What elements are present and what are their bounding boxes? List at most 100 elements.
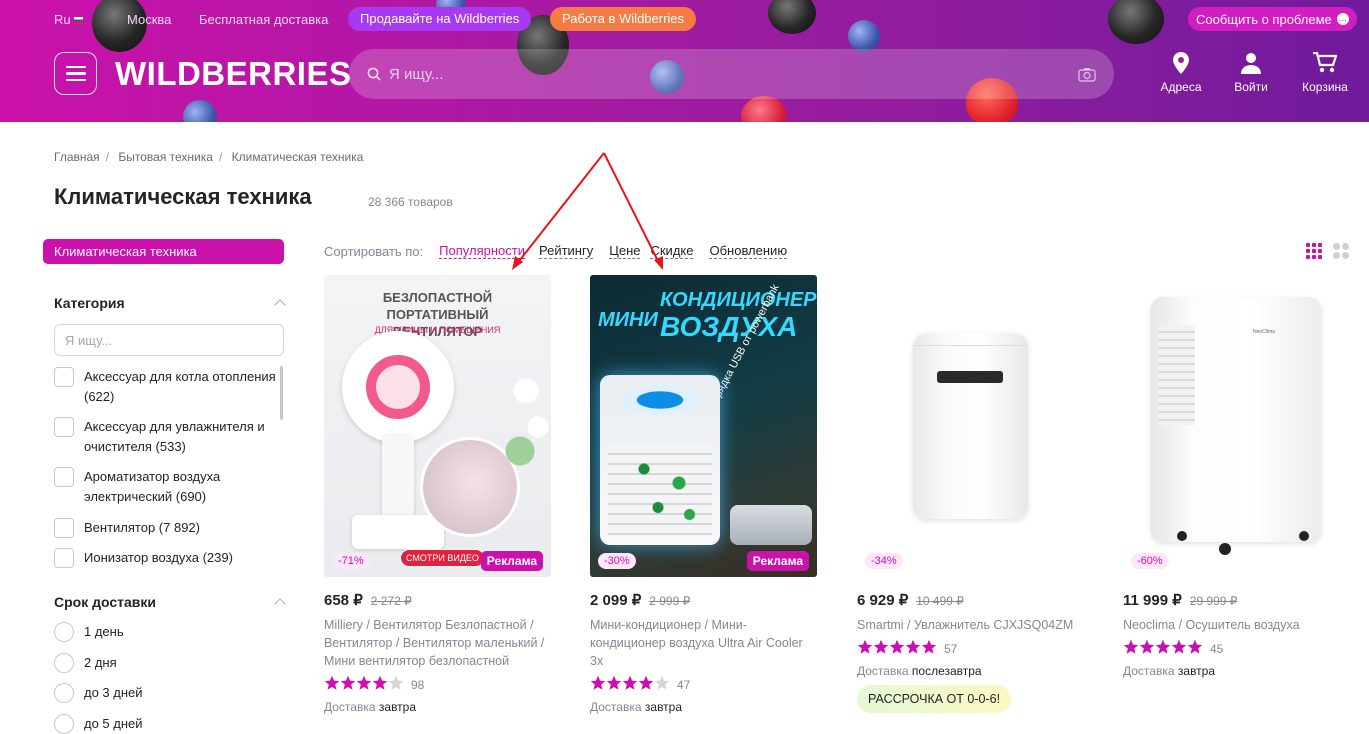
review-count: 45 [1210,641,1224,656]
work-at-wildberries-button[interactable]: Работа в Wildberries [550,7,697,31]
old-price: 2 272 ₽ [370,594,412,608]
star-icon [905,639,921,654]
price-row: 658 ₽ 2 272 ₽ [324,591,551,609]
delivery-info: Доставка завтра [1123,664,1350,678]
delivery-option-label: до 3 дней [84,685,143,700]
review-count: 98 [411,677,425,692]
product-card[interactable]: NeoClima -60% 11 999 ₽ 29 999 ₽ Neoclima… [1123,275,1350,678]
sort-option-discount[interactable]: Скидке [650,243,694,259]
site-logo[interactable]: WILDBERRIES [115,55,352,93]
chat-icon: … [1336,13,1349,25]
delivery-label: Доставка [1123,664,1175,678]
category-filter-heading[interactable]: Категория [54,295,125,311]
rating: 57 [857,639,1084,658]
category-checkbox[interactable] [54,467,74,487]
current-price: 2 099 ₽ [590,592,642,609]
free-delivery-link[interactable]: Бесплатная доставка [199,12,328,27]
product-card[interactable]: -34% 6 929 ₽ 10 499 ₽ Smartmi / Увлажнит… [857,275,1084,713]
product-count: 28 366 товаров [368,195,453,209]
product-image[interactable]: -34% [857,275,1084,577]
sell-on-wildberries-button[interactable]: Продавайте на Wildberries [348,7,532,31]
city-selector[interactable]: Москва [127,12,171,27]
star-icon [921,639,937,654]
watch-video-badge[interactable]: СМОТРИ ВИДЕО [400,549,485,567]
star-icon [622,675,638,690]
rating-stars [857,639,937,658]
sort-label: Сортировать по: [324,243,424,259]
flowers-decoration [502,355,551,475]
login-button[interactable]: Войти [1221,52,1281,94]
product-image[interactable]: МИНИ КОНДИЦИОНЕР ВОЗДУХА Зарядка USB от … [590,275,817,577]
current-price: 658 ₽ [324,592,363,609]
price-row: 11 999 ₽ 29 999 ₽ [1123,591,1350,609]
product-name[interactable]: Мини-кондиционер / Мини-кондиционер возд… [590,616,817,670]
blackberry-decoration [768,0,816,34]
humidifier-illustration [913,333,1028,519]
delivery-info: Доставка послезавтра [857,664,1084,678]
humidifier-lid-line [913,345,1028,346]
report-problem-button[interactable]: Сообщить о проблеме … [1188,7,1357,31]
burger-line [65,78,86,82]
delivery-info: Доставка завтра [324,700,551,714]
sort-option-updated[interactable]: Обновлению [709,243,788,259]
sort-option-popularity[interactable]: Популярности [439,243,525,259]
breadcrumb-item[interactable]: Бытовая техника [118,150,213,164]
installment-badge[interactable]: РАССРОЧКА ОТ 0-0-6! [857,685,1012,713]
addresses-button[interactable]: Адреса [1151,52,1211,94]
rating-stars [1123,639,1203,658]
delivery-filter-heading[interactable]: Срок доставки [54,594,156,610]
star-icon [590,675,606,690]
category-option-label: Ионизатор воздуха (239) [84,550,233,565]
sort-option-rating[interactable]: Рейтингу [538,243,594,259]
product-image[interactable]: NeoClima -60% [1123,275,1350,577]
delivery-radio[interactable] [54,714,74,734]
fan-base [352,515,444,549]
ad-badge: Реклама [746,551,809,571]
delivery-radio[interactable] [54,683,74,703]
delivery-info: Доставка завтра [590,700,817,714]
category-checkbox[interactable] [54,417,74,437]
breadcrumb-item[interactable]: Климатическая техника [232,150,364,164]
category-search-input[interactable] [54,324,284,356]
grid-view-large-icon[interactable] [1333,243,1349,259]
chevron-up-icon[interactable] [274,598,286,610]
star-icon [1139,639,1155,654]
delivery-radio[interactable] [54,622,74,642]
menu-button[interactable] [54,52,97,95]
search-input[interactable] [389,65,1078,83]
star-icon [1187,639,1203,654]
sidebar-active-category[interactable]: Климатическая техника [43,239,284,264]
product-image[interactable]: БЕЗЛОПАСТНОЙ ПОРТАТИВНЫЙ ВЕНТИЛЯТОР ДЛЯ … [324,275,551,577]
category-scrollbar[interactable] [280,366,283,420]
category-checkbox[interactable] [54,548,74,568]
category-checkbox[interactable] [54,367,74,387]
sort-option-price[interactable]: Цене [609,243,641,259]
powerbank-illustration [730,505,812,545]
leaves-decoration [630,455,700,525]
flag-icon [73,17,83,24]
product-name[interactable]: Neoclima / Осушитель воздуха [1123,616,1350,634]
star-icon [1155,639,1171,654]
dehumidifier-label: NeoClima [1253,329,1275,335]
review-count: 47 [677,677,691,692]
star-icon [340,675,356,690]
grid-view-small-icon[interactable] [1306,243,1322,259]
language-selector[interactable]: Ru [54,12,83,27]
chevron-up-icon[interactable] [274,299,286,311]
category-checkbox[interactable] [54,518,74,538]
product-image-title-air: ВОЗДУХА [660,311,798,342]
blackberry-decoration [1108,0,1164,44]
cart-button[interactable]: Корзина [1295,52,1355,94]
product-card[interactable]: МИНИ КОНДИЦИОНЕР ВОЗДУХА Зарядка USB от … [590,275,817,714]
delivery-radio[interactable] [54,653,74,673]
product-name[interactable]: Smartmi / Увлажнитель CJXJSQ04ZM [857,616,1084,634]
product-name[interactable]: Milliery / Вентилятор Безлопастной / Вен… [324,616,551,670]
site-header: Ru Москва Бесплатная доставка Продавайте… [0,0,1369,122]
product-card[interactable]: БЕЗЛОПАСТНОЙ ПОРТАТИВНЫЙ ВЕНТИЛЯТОР ДЛЯ … [324,275,551,714]
fan-ring [366,355,430,419]
camera-icon[interactable] [1078,67,1096,82]
star-icon [606,675,622,690]
star-icon [857,639,873,654]
delivery-label: Доставка [324,700,376,714]
breadcrumb-item[interactable]: Главная [54,150,100,164]
